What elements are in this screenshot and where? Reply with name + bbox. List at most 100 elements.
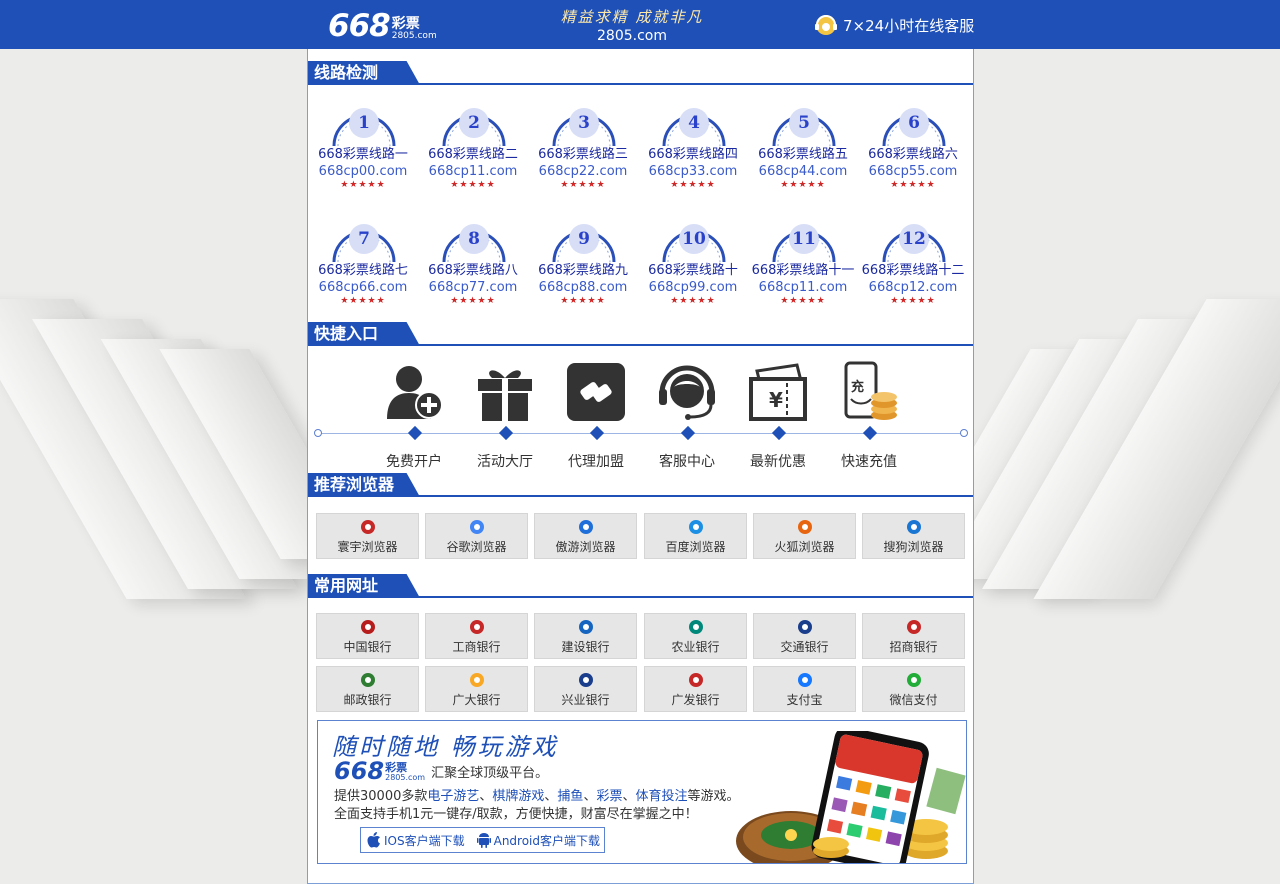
site-button-5[interactable]: 交通银行 bbox=[753, 613, 856, 659]
abc-icon bbox=[688, 620, 703, 634]
section-title-text: 常用网址 bbox=[308, 574, 420, 598]
quick-link-service[interactable]: 客服中心 bbox=[642, 361, 732, 471]
line-url[interactable]: 668cp12.com bbox=[858, 280, 968, 295]
quick-link-recharge[interactable]: 充 快速充值 bbox=[824, 361, 914, 471]
line-item-3[interactable]: 3 668彩票线路三 668cp22.com ★★★★★ bbox=[528, 93, 638, 203]
gift-icon bbox=[478, 370, 532, 421]
psbc-icon bbox=[360, 673, 375, 687]
coupon-icon: ¥ bbox=[749, 363, 807, 421]
line-name: 668彩票线路十一 bbox=[751, 263, 855, 278]
line-url[interactable]: 668cp55.com bbox=[858, 164, 968, 179]
browser-button-3[interactable]: 傲游浏览器 bbox=[534, 513, 637, 559]
site-label: 建设银行 bbox=[561, 640, 610, 654]
browser-button-4[interactable]: 百度浏览器 bbox=[644, 513, 747, 559]
line-rating-stars: ★★★★★ bbox=[670, 180, 716, 190]
line-rating-stars: ★★★★★ bbox=[780, 296, 826, 306]
site-button-2[interactable]: 工商银行 bbox=[425, 613, 528, 659]
browser-button-1[interactable]: 寰宇浏览器 bbox=[316, 513, 419, 559]
cgb-icon bbox=[688, 673, 703, 687]
browser-label: 寰宇浏览器 bbox=[337, 540, 398, 554]
site-button-3[interactable]: 建设银行 bbox=[534, 613, 637, 659]
main-panel: 线路检测 1 668彩票线路一 668cp00.com ★★★★★ 2 668彩票线路二 6… bbox=[307, 49, 974, 884]
line-number: 4 bbox=[688, 113, 700, 133]
site-button-6[interactable]: 招商银行 bbox=[862, 613, 965, 659]
line-rating-stars: ★★★★★ bbox=[780, 180, 826, 190]
site-logo[interactable]: 668 彩票 2805.com bbox=[328, 6, 437, 42]
site-button-7[interactable]: 邮政银行 bbox=[316, 666, 419, 712]
line-number: 2 bbox=[468, 113, 480, 133]
line-number: 6 bbox=[908, 113, 920, 133]
line-item-12[interactable]: 12 668彩票线路十二 668cp12.com ★★★★★ bbox=[858, 209, 968, 319]
line-rating-stars: ★★★★★ bbox=[670, 296, 716, 306]
icbc-icon bbox=[469, 620, 484, 634]
line-item-10[interactable]: 10 668彩票线路十 668cp99.com ★★★★★ bbox=[638, 209, 748, 319]
ios-download-button[interactable]: IOS客户端下载 bbox=[361, 832, 471, 849]
line-item-4[interactable]: 4 668彩票线路四 668cp33.com ★★★★★ bbox=[638, 93, 748, 203]
bocom-icon bbox=[797, 620, 812, 634]
site-button-10[interactable]: 广发银行 bbox=[644, 666, 747, 712]
service-text: 7×24小时在线客服 bbox=[843, 16, 975, 35]
firefox-icon bbox=[797, 520, 812, 534]
huanyu-browser-icon bbox=[360, 520, 375, 534]
site-button-12[interactable]: 微信支付 bbox=[862, 666, 965, 712]
line-name: 668彩票线路八 bbox=[428, 263, 518, 278]
line-name: 668彩票线路六 bbox=[868, 147, 958, 162]
android-download-button[interactable]: Android客户端下载 bbox=[471, 832, 606, 849]
top-header: 668 彩票 2805.com 精益求精 成就非凡 2805.com 7×24小… bbox=[0, 0, 1280, 49]
line-item-8[interactable]: 8 668彩票线路八 668cp77.com ★★★★★ bbox=[418, 209, 528, 319]
site-button-11[interactable]: 支付宝 bbox=[753, 666, 856, 712]
line-url[interactable]: 668cp22.com bbox=[528, 164, 638, 179]
line-item-5[interactable]: 5 668彩票线路五 668cp44.com ★★★★★ bbox=[748, 93, 858, 203]
site-label: 农业银行 bbox=[671, 640, 720, 654]
line-url[interactable]: 668cp88.com bbox=[528, 280, 638, 295]
quick-link-promotions[interactable]: ¥ 最新优惠 bbox=[733, 361, 823, 471]
promo-brand-desc: 汇聚全球顶级平台。 bbox=[431, 766, 549, 781]
sogou-browser-icon bbox=[906, 520, 921, 534]
line-name: 668彩票线路四 bbox=[648, 147, 738, 162]
browser-button-6[interactable]: 搜狗浏览器 bbox=[862, 513, 965, 559]
site-button-8[interactable]: 广大银行 bbox=[425, 666, 528, 712]
quick-link-label: 免费开户 bbox=[386, 454, 442, 470]
quick-link-label: 客服中心 bbox=[659, 454, 715, 470]
line-url[interactable]: 668cp77.com bbox=[418, 280, 528, 295]
online-service-link[interactable]: 7×24小时在线客服 bbox=[812, 12, 974, 38]
section-title-text: 线路检测 bbox=[308, 61, 420, 85]
quick-link-label: 代理加盟 bbox=[568, 454, 624, 470]
site-label: 兴业银行 bbox=[561, 693, 610, 707]
quick-link-agent[interactable]: 代理加盟 bbox=[551, 361, 641, 471]
app-promo-banner: 随时随地 畅玩游戏 668 彩票 2805.com 汇聚全球顶级平台。 提供30… bbox=[317, 720, 967, 864]
line-number: 3 bbox=[578, 113, 590, 133]
line-url[interactable]: 668cp11.com bbox=[748, 280, 858, 295]
logo-sub: 彩票 bbox=[391, 16, 420, 32]
site-label: 中国银行 bbox=[343, 640, 392, 654]
line-item-1[interactable]: 1 668彩票线路一 668cp00.com ★★★★★ bbox=[308, 93, 418, 203]
logo-domain: 2805.com bbox=[391, 31, 437, 41]
svg-text:¥: ¥ bbox=[769, 388, 783, 412]
line-item-9[interactable]: 9 668彩票线路九 668cp88.com ★★★★★ bbox=[528, 209, 638, 319]
browser-button-2[interactable]: 谷歌浏览器 bbox=[425, 513, 528, 559]
quick-link-activity[interactable]: 活动大厅 bbox=[460, 361, 550, 471]
line-number: 10 bbox=[682, 229, 706, 249]
site-button-9[interactable]: 兴业银行 bbox=[534, 666, 637, 712]
line-url[interactable]: 668cp00.com bbox=[308, 164, 418, 179]
line-url[interactable]: 668cp99.com bbox=[638, 280, 748, 295]
maxthon-icon bbox=[578, 520, 593, 534]
browser-button-5[interactable]: 火狐浏览器 bbox=[753, 513, 856, 559]
line-url[interactable]: 668cp44.com bbox=[748, 164, 858, 179]
site-label: 工商银行 bbox=[452, 640, 501, 654]
line-item-11[interactable]: 11 668彩票线路十一 668cp11.com ★★★★★ bbox=[748, 209, 858, 319]
site-button-4[interactable]: 农业银行 bbox=[644, 613, 747, 659]
line-item-7[interactable]: 7 668彩票线路七 668cp66.com ★★★★★ bbox=[308, 209, 418, 319]
browser-label: 傲游浏览器 bbox=[555, 540, 616, 554]
quick-link-label: 快速充值 bbox=[841, 454, 897, 470]
line-url[interactable]: 668cp11.com bbox=[418, 164, 528, 179]
line-rating-stars: ★★★★★ bbox=[450, 296, 496, 306]
line-item-6[interactable]: 6 668彩票线路六 668cp55.com ★★★★★ bbox=[858, 93, 968, 203]
site-button-1[interactable]: 中国银行 bbox=[316, 613, 419, 659]
line-url[interactable]: 668cp66.com bbox=[308, 280, 418, 295]
line-rating-stars: ★★★★★ bbox=[560, 180, 606, 190]
quick-link-register[interactable]: 免费开户 bbox=[369, 361, 459, 471]
line-url[interactable]: 668cp33.com bbox=[638, 164, 748, 179]
line-item-2[interactable]: 2 668彩票线路二 668cp11.com ★★★★★ bbox=[418, 93, 528, 203]
alipay-icon bbox=[797, 673, 812, 687]
